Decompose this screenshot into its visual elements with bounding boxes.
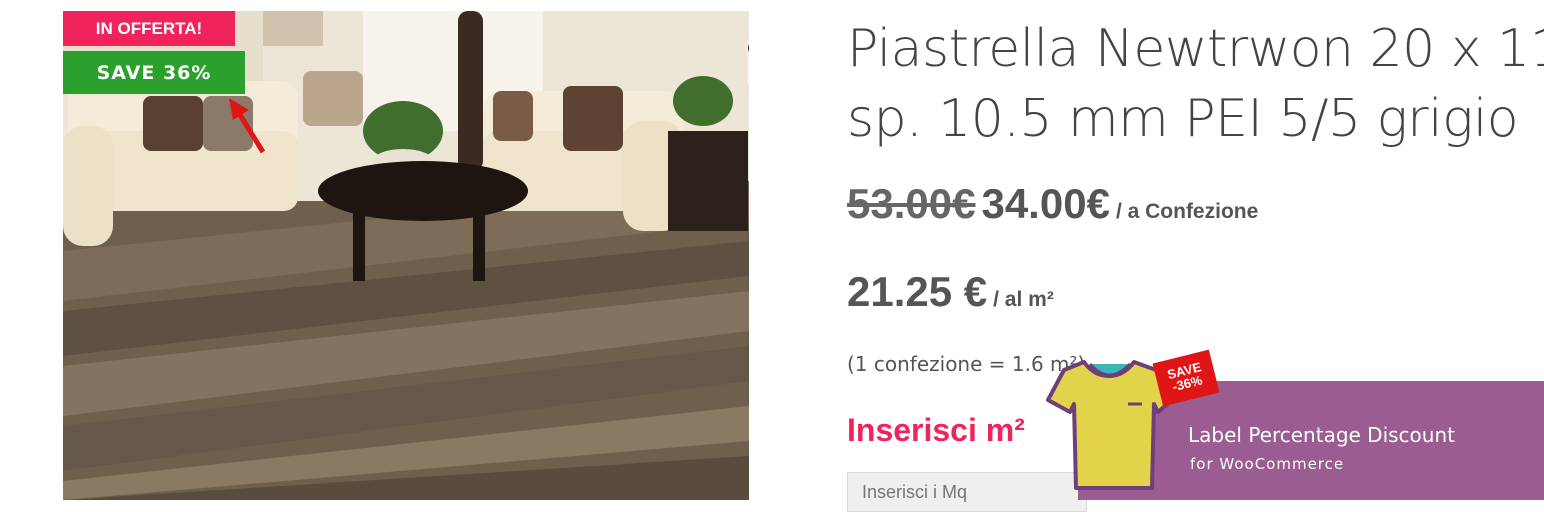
price-per-m2-row: 21.25 € / al m² bbox=[847, 268, 1054, 316]
price-per-m2: 21.25 € bbox=[847, 268, 988, 315]
banner-title: Label Percentage Discount bbox=[1188, 423, 1455, 447]
product-title: Piastrella Newtrwon 20 x 114 sp. 10.5 mm… bbox=[847, 14, 1544, 154]
banner-subtitle: for WooCommerce bbox=[1190, 455, 1345, 473]
price-row: 53.00€ 34.00€ / a Confezione bbox=[847, 180, 1258, 228]
sale-badge: IN OFFERTA! bbox=[63, 11, 235, 46]
product-title-line-1: Piastrella Newtrwon 20 x 114 bbox=[847, 19, 1544, 79]
old-price: 53.00€ bbox=[847, 180, 976, 227]
price-per-m2-unit: / al m² bbox=[993, 288, 1054, 311]
arrow-up-left-icon bbox=[229, 98, 266, 154]
zoom-button[interactable] bbox=[747, 40, 749, 85]
sale-price: 34.00€ bbox=[981, 180, 1110, 227]
quantity-label: Inserisci m² bbox=[847, 412, 1025, 448]
zoom-in-icon bbox=[748, 44, 749, 52]
product-title-line-2: sp. 10.5 mm PEI 5/5 grigio bbox=[847, 89, 1519, 149]
save-percentage-badge: SAVE 36% bbox=[63, 51, 245, 94]
price-unit: / a Confezione bbox=[1115, 200, 1259, 223]
